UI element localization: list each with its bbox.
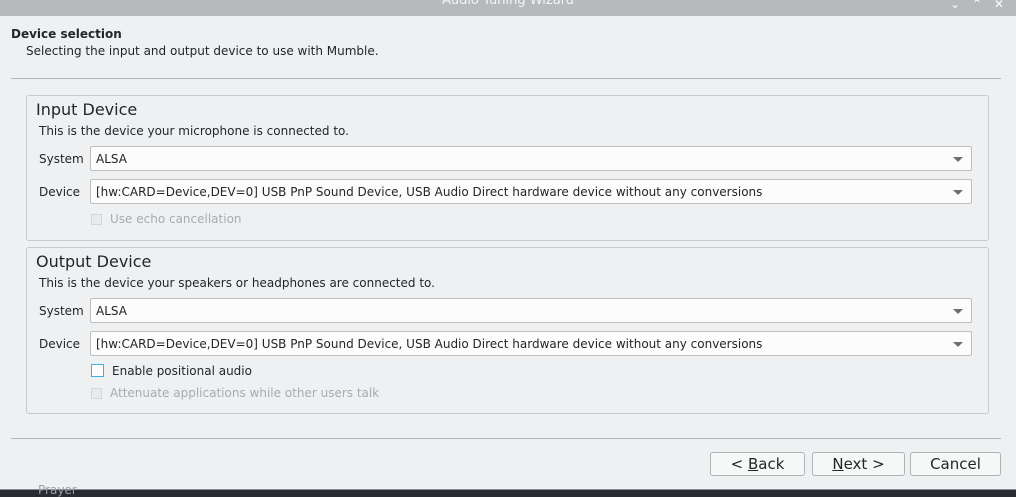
input-device-select[interactable]: [hw:CARD=Device,DEV=0] USB PnP Sound Dev… bbox=[90, 179, 972, 204]
input-system-value: ALSA bbox=[96, 152, 127, 166]
output-device-select[interactable]: [hw:CARD=Device,DEV=0] USB PnP Sound Dev… bbox=[90, 331, 972, 356]
output-system-value: ALSA bbox=[96, 304, 127, 318]
positional-audio-checkbox[interactable] bbox=[91, 364, 104, 377]
attenuate-label: Attenuate applications while other users… bbox=[110, 386, 380, 400]
output-device-group: Output Device This is the device your sp… bbox=[26, 247, 989, 414]
echo-cancellation-label: Use echo cancellation bbox=[110, 212, 242, 226]
input-system-select[interactable]: ALSA bbox=[90, 146, 972, 171]
positional-audio-label: Enable positional audio bbox=[112, 364, 252, 378]
output-system-select[interactable]: ALSA bbox=[90, 298, 972, 323]
chevron-down-icon bbox=[953, 190, 963, 195]
chevron-down-icon bbox=[953, 157, 963, 162]
page-title: Device selection bbox=[11, 27, 122, 41]
title-bar[interactable]: Audio Tuning Wizard ⌄ ⌃ ✕ bbox=[0, 0, 1016, 16]
next-button-label: ext > bbox=[843, 455, 885, 473]
input-device-description: This is the device your microphone is co… bbox=[39, 124, 349, 138]
attenuate-checkbox[interactable] bbox=[91, 388, 102, 399]
input-system-label: System bbox=[39, 152, 84, 166]
echo-cancellation-checkbox[interactable] bbox=[91, 214, 102, 225]
input-device-value: [hw:CARD=Device,DEV=0] USB PnP Sound Dev… bbox=[96, 185, 763, 199]
window-title: Audio Tuning Wizard bbox=[441, 0, 575, 8]
output-device-label: Device bbox=[39, 337, 81, 351]
output-device-title: Output Device bbox=[36, 252, 152, 271]
back-button-prefix: < bbox=[730, 455, 748, 473]
audio-tuning-wizard-window: Audio Tuning Wizard ⌄ ⌃ ✕ Device selecti… bbox=[0, 0, 1016, 490]
attenuate-option[interactable]: Attenuate applications while other users… bbox=[91, 386, 379, 400]
output-device-value: [hw:CARD=Device,DEV=0] USB PnP Sound Dev… bbox=[96, 337, 763, 351]
back-button-label: ack bbox=[758, 455, 785, 473]
cancel-button[interactable]: Cancel bbox=[910, 452, 1001, 476]
output-system-label: System bbox=[39, 304, 84, 318]
echo-cancellation-option[interactable]: Use echo cancellation bbox=[91, 212, 242, 226]
back-button-mnemonic: B bbox=[747, 455, 759, 473]
input-device-group: Input Device This is the device your mic… bbox=[26, 95, 989, 241]
footer-divider bbox=[11, 438, 1001, 439]
input-device-title: Input Device bbox=[36, 100, 138, 119]
positional-audio-option[interactable]: Enable positional audio bbox=[91, 364, 252, 378]
chevron-down-icon bbox=[953, 309, 963, 314]
close-icon[interactable]: ✕ bbox=[992, 0, 1006, 11]
chevron-down-icon bbox=[953, 342, 963, 347]
input-device-label: Device bbox=[39, 185, 81, 199]
next-button[interactable]: Next > bbox=[812, 452, 905, 476]
next-button-mnemonic: N bbox=[832, 455, 844, 473]
background-window-text: Prayer bbox=[38, 483, 77, 497]
maximize-icon[interactable]: ⌃ bbox=[970, 0, 984, 11]
minimize-icon[interactable]: ⌄ bbox=[948, 0, 962, 11]
output-device-description: This is the device your speakers or head… bbox=[39, 276, 435, 290]
page-subtitle: Selecting the input and output device to… bbox=[26, 44, 379, 58]
header-divider bbox=[11, 78, 1001, 79]
back-button[interactable]: < Back bbox=[710, 452, 805, 476]
